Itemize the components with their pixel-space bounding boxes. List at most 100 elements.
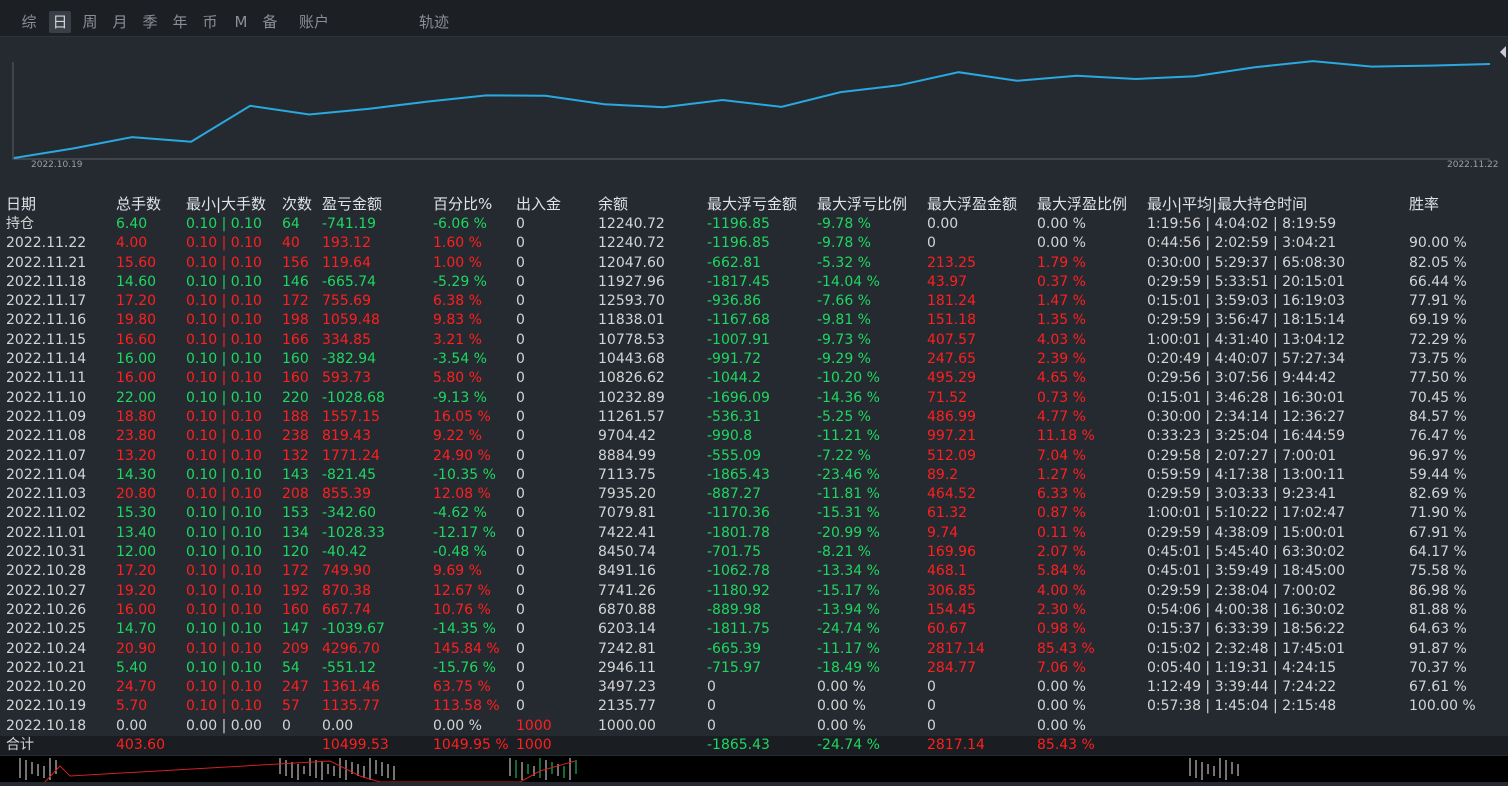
- cell-mdd: 0: [707, 717, 716, 734]
- cell-time: 0:45:01 | 5:45:40 | 63:30:02: [1147, 544, 1346, 561]
- column-header[interactable]: 百分比%: [433, 194, 492, 215]
- cell-pct: -5.29 %: [433, 273, 487, 290]
- tab-6[interactable]: 币: [199, 11, 221, 33]
- cell-date: 2022.11.09: [6, 408, 87, 425]
- cell-mdd: -1167.68: [707, 312, 770, 329]
- tab-3[interactable]: 月: [109, 11, 131, 33]
- tab-7[interactable]: M: [231, 11, 251, 33]
- cell-flow: 0: [516, 370, 525, 387]
- table-row[interactable]: 2022.11.11 16.00 0.10 | 0.10 160 593.73 5.80 …: [0, 369, 1508, 388]
- cell-minmax: 0.10 | 0.10: [186, 331, 262, 348]
- table-row[interactable]: 2022.11.16 19.80 0.10 | 0.10 198 1059.48 9.83…: [0, 311, 1508, 330]
- cell-pct: -4.62 %: [433, 505, 487, 522]
- table-row[interactable]: 2022.10.18 0.00 0.00 | 0.00 0 0.00 0.00 % 1000…: [0, 717, 1508, 736]
- table-header: 日期 总手数 最小|大手数 次数 盈亏金额 百分比% 出入金 余额 最大浮亏金额 最大浮亏比例 最大…: [0, 194, 1508, 215]
- table-row[interactable]: 2022.10.21 5.40 0.10 | 0.10 54 -551.12 -15.76…: [0, 659, 1508, 678]
- table-row[interactable]: 2022.11.15 16.60 0.10 | 0.10 166 334.85 3.21 …: [0, 331, 1508, 350]
- cell-win: 90.00 %: [1409, 235, 1467, 252]
- table-row[interactable]: 2022.11.03 20.80 0.10 | 0.10 208 855.39 12.08…: [0, 485, 1508, 504]
- table-row[interactable]: 2022.11.17 17.20 0.10 | 0.10 172 755.69 6.38 …: [0, 292, 1508, 311]
- tab-10[interactable]: 轨迹: [415, 11, 453, 33]
- cell-time: 0:29:59 | 3:03:33 | 9:23:41: [1147, 486, 1337, 503]
- cell-time: 0:05:40 | 1:19:31 | 4:24:15: [1147, 659, 1337, 676]
- tab-1[interactable]: 日: [49, 11, 71, 33]
- table-row[interactable]: 2022.11.07 13.20 0.10 | 0.10 132 1771.24 24.9…: [0, 447, 1508, 466]
- collapse-arrow-icon[interactable]: [1500, 46, 1506, 58]
- tab-0[interactable]: 综: [19, 11, 39, 33]
- table-row[interactable]: 2022.11.08 23.80 0.10 | 0.10 238 819.43 9.22 …: [0, 427, 1508, 446]
- column-header[interactable]: 余额: [598, 194, 628, 215]
- table-row[interactable]: 2022.10.27 19.20 0.10 | 0.10 192 870.38 12.67…: [0, 582, 1508, 601]
- cell-mfpp: 2.39 %: [1037, 351, 1086, 368]
- table-row[interactable]: 2022.11.18 14.60 0.10 | 0.10 146 -665.74 -5.2…: [0, 273, 1508, 292]
- cell-lots: 14.30: [116, 466, 157, 483]
- column-header[interactable]: 最大浮亏金额: [707, 194, 797, 215]
- tab-4[interactable]: 季: [139, 11, 161, 33]
- cell-date: 2022.11.02: [6, 505, 87, 522]
- column-header[interactable]: 最小|大手数: [186, 194, 266, 215]
- table-row[interactable]: 持仓 6.40 0.10 | 0.10 64 -741.19 -6.06 % 0 12240.…: [0, 215, 1508, 234]
- table-row[interactable]: 2022.11.22 4.00 0.10 | 0.10 40 193.12 1.60 % 0…: [0, 234, 1508, 253]
- total-label: 合计: [6, 737, 34, 753]
- cell-count: 220: [282, 389, 309, 406]
- cell-lots: 5.70: [116, 698, 148, 715]
- table-row[interactable]: 2022.10.25 14.70 0.10 | 0.10 147 -1039.67 -14…: [0, 620, 1508, 639]
- total-max-float-profit: 2817.14: [927, 737, 985, 753]
- column-header[interactable]: 盈亏金额: [322, 194, 382, 215]
- column-header[interactable]: 最大浮盈金额: [927, 194, 1017, 215]
- table-row[interactable]: 2022.10.20 24.70 0.10 | 0.10 247 1361.46 63.7…: [0, 678, 1508, 697]
- table-row[interactable]: 2022.11.02 15.30 0.10 | 0.10 153 -342.60 -4.6…: [0, 504, 1508, 523]
- table-row[interactable]: 2022.11.01 13.40 0.10 | 0.10 134 -1028.33 -12…: [0, 524, 1508, 543]
- cell-pnl: 819.43: [322, 428, 371, 445]
- cell-date: 持仓: [6, 216, 34, 232]
- cell-lots: 19.80: [116, 312, 157, 329]
- cell-date: 2022.10.31: [6, 544, 87, 561]
- cell-flow: 0: [516, 331, 525, 348]
- cell-mfp: 154.45: [927, 601, 976, 618]
- cell-minmax: 0.10 | 0.10: [186, 447, 262, 464]
- cell-mfp: 486.99: [927, 408, 976, 425]
- tab-8[interactable]: 备: [259, 11, 281, 33]
- cell-lots: 6.40: [116, 216, 148, 232]
- column-header[interactable]: 最大浮亏比例: [817, 194, 907, 215]
- cell-count: 172: [282, 563, 309, 580]
- cell-bal: 8884.99: [598, 447, 656, 464]
- cell-mfp: 284.77: [927, 659, 976, 676]
- cell-date: 2022.10.27: [6, 582, 87, 599]
- cell-count: 188: [282, 408, 309, 425]
- cell-mfpp: 0.00 %: [1037, 717, 1086, 734]
- table-row[interactable]: 2022.11.09 18.80 0.10 | 0.10 188 1557.15 16.0…: [0, 408, 1508, 427]
- table-row[interactable]: 2022.11.10 22.00 0.10 | 0.10 220 -1028.68 -9.…: [0, 389, 1508, 408]
- table-row[interactable]: 2022.11.21 15.60 0.10 | 0.10 156 119.64 1.00 …: [0, 254, 1508, 273]
- cell-lots: 15.60: [116, 254, 157, 271]
- table-row[interactable]: 2022.11.14 16.00 0.10 | 0.10 160 -382.94 -3.5…: [0, 350, 1508, 369]
- cell-date: 2022.11.22: [6, 235, 87, 252]
- cell-pct: 9.22 %: [433, 428, 482, 445]
- table-row[interactable]: 2022.11.04 14.30 0.10 | 0.10 143 -821.45 -10.…: [0, 466, 1508, 485]
- column-header[interactable]: 次数: [282, 194, 312, 215]
- table-row[interactable]: 2022.10.19 5.70 0.10 | 0.10 57 1135.77 113.58…: [0, 697, 1508, 716]
- cell-mfpp: 2.30 %: [1037, 601, 1086, 618]
- column-header[interactable]: 胜率: [1409, 194, 1439, 215]
- column-header[interactable]: 最大浮盈比例: [1037, 194, 1127, 215]
- cell-win: 70.37 %: [1409, 659, 1467, 676]
- table-row[interactable]: 2022.10.26 16.00 0.10 | 0.10 160 667.74 10.76…: [0, 601, 1508, 620]
- tab-2[interactable]: 周: [79, 11, 101, 33]
- cell-minmax: 0.10 | 0.10: [186, 698, 262, 715]
- tab-5[interactable]: 年: [169, 11, 191, 33]
- table-row[interactable]: 2022.10.31 12.00 0.10 | 0.10 120 -40.42 -0.48…: [0, 543, 1508, 562]
- cell-lots: 5.40: [116, 659, 148, 676]
- cell-count: 143: [282, 466, 309, 483]
- table-row[interactable]: 2022.10.24 20.90 0.10 | 0.10 209 4296.70 145.…: [0, 640, 1508, 659]
- column-header[interactable]: 最小|平均|最大持仓时间: [1147, 194, 1307, 215]
- cell-flow: 0: [516, 679, 525, 696]
- cell-pct: 6.38 %: [433, 293, 482, 310]
- column-header[interactable]: 出入金: [516, 194, 561, 215]
- tab-9[interactable]: 账户: [295, 11, 333, 33]
- column-header[interactable]: 日期: [6, 194, 36, 215]
- column-header[interactable]: 总手数: [116, 194, 161, 215]
- table-row[interactable]: 2022.10.28 17.20 0.10 | 0.10 172 749.90 9.69 …: [0, 562, 1508, 581]
- cell-lots: 16.60: [116, 331, 157, 348]
- cell-win: 86.98 %: [1409, 582, 1467, 599]
- cell-count: 147: [282, 621, 309, 638]
